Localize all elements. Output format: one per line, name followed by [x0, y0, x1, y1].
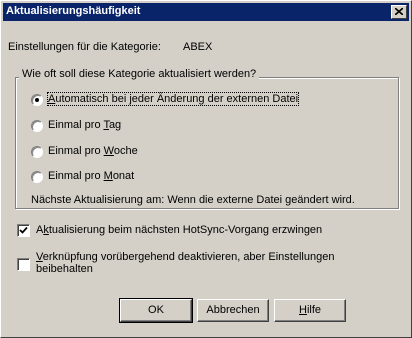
- checkmark-icon: [19, 226, 28, 234]
- label-text: erknüpfung vorübergehend deaktivieren, a…: [42, 251, 335, 263]
- radio-circle: [31, 171, 43, 183]
- help-label-text: ilfe: [306, 304, 321, 316]
- option-text: ag: [108, 119, 122, 131]
- option-accesskey: W: [103, 145, 114, 157]
- radio-monthly[interactable]: [31, 171, 43, 183]
- disable-link-checkbox[interactable]: [17, 258, 30, 271]
- close-icon: [395, 8, 403, 15]
- option-text: oche: [113, 145, 138, 157]
- category-value: ABEX: [183, 41, 213, 53]
- category-label: Einstellungen für die Kategorie:: [8, 41, 161, 53]
- frequency-group-legend: Wie oft soll diese Kategorie aktualisier…: [19, 68, 260, 80]
- dialog-window: Aktualisierungshäufigkeit Einstellungen …: [0, 0, 412, 338]
- close-button[interactable]: [391, 5, 407, 19]
- disable-link-label[interactable]: Verknüpfung vorübergehend deaktivieren, …: [36, 251, 334, 263]
- radio-selected-dot: [35, 98, 39, 102]
- option-text: Einmal pro: [48, 170, 104, 182]
- radio-automatic[interactable]: [31, 94, 43, 106]
- force-hotsync-label[interactable]: Aktualisierung beim nächsten HotSync-Vor…: [36, 224, 322, 236]
- label-accesskey: V: [36, 251, 43, 263]
- window-title: Aktualisierungshäufigkeit: [6, 5, 141, 17]
- radio-daily[interactable]: [31, 120, 43, 132]
- ok-button[interactable]: OK: [119, 298, 193, 323]
- radio-weekly[interactable]: [31, 146, 43, 158]
- option-text: utomatisch bei jeder Änderung der extern…: [55, 93, 299, 105]
- radio-weekly-label[interactable]: Einmal pro Woche: [48, 145, 138, 157]
- option-text: Einmal pro: [48, 119, 104, 131]
- radio-circle: [31, 146, 43, 158]
- option-accesskey: M: [103, 170, 113, 182]
- force-hotsync-checkbox[interactable]: [17, 224, 30, 237]
- disable-link-label-line2[interactable]: beibehalten: [36, 263, 93, 275]
- radio-circle: [31, 120, 43, 132]
- radio-automatic-label[interactable]: Automatisch bei jeder Änderung der exter…: [46, 92, 300, 106]
- cancel-button[interactable]: Abbrechen: [197, 299, 269, 322]
- next-update-text: Nächste Aktualisierung am: Wenn die exte…: [31, 194, 355, 206]
- help-accesskey: H: [298, 304, 307, 316]
- label-text: tualisierung beim nächsten HotSync-Vorga…: [48, 224, 323, 236]
- help-button[interactable]: Hilfe: [274, 299, 346, 322]
- option-text: onat: [112, 170, 135, 182]
- radio-daily-label[interactable]: Einmal pro Tag: [48, 119, 121, 131]
- radio-monthly-label[interactable]: Einmal pro Monat: [48, 170, 134, 182]
- option-text: Einmal pro: [48, 145, 104, 157]
- title-bar[interactable]: Aktualisierungshäufigkeit: [3, 3, 409, 21]
